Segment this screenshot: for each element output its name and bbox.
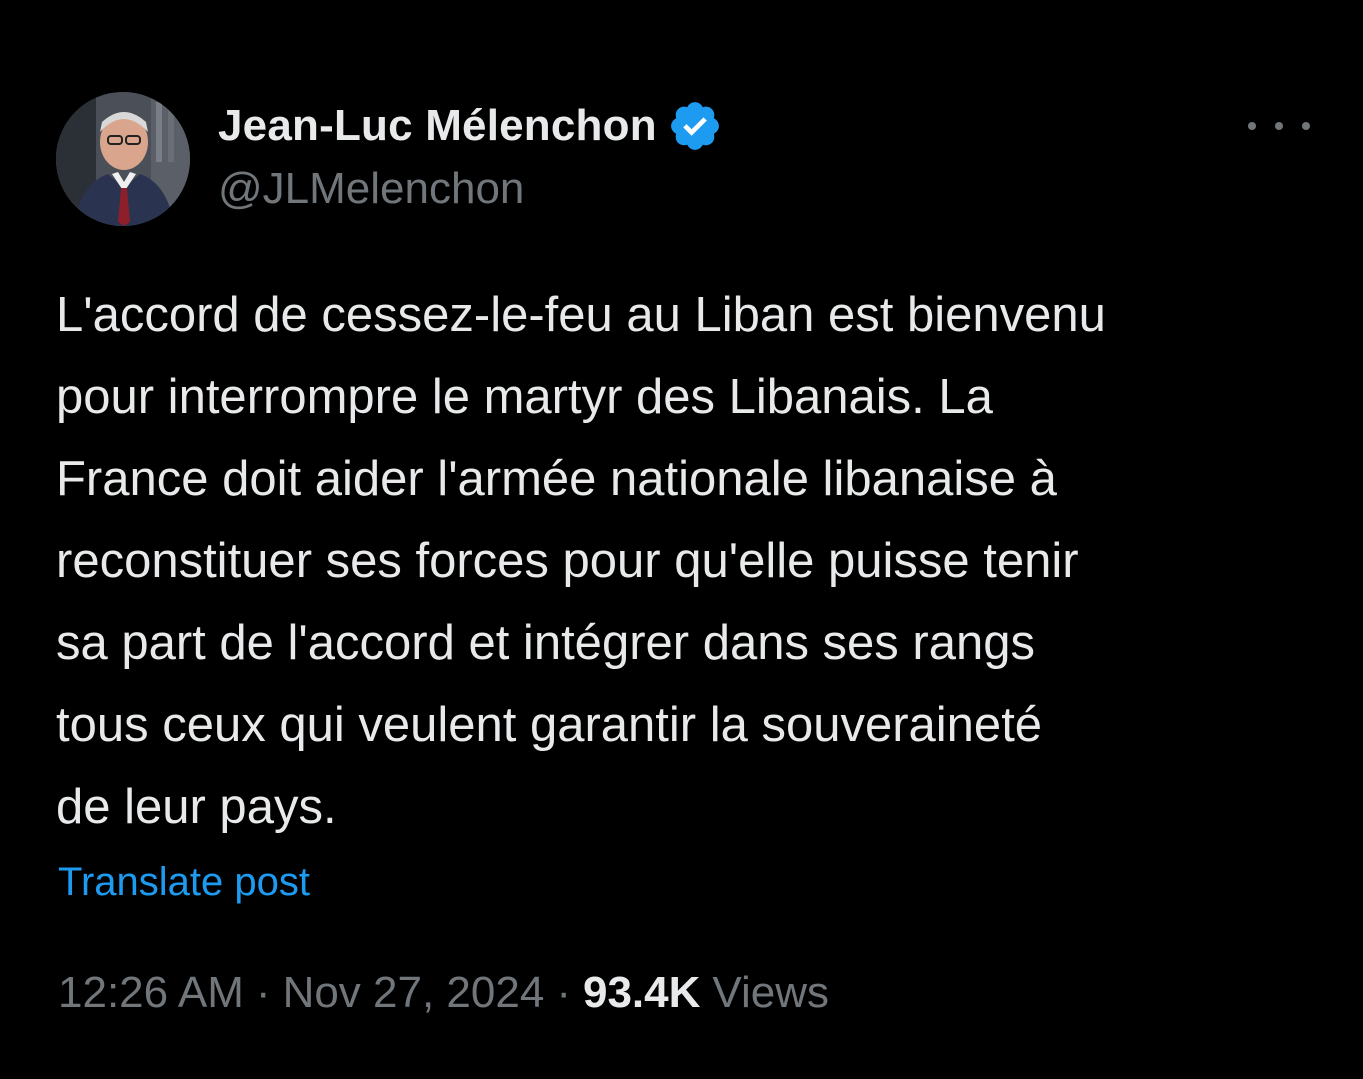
tweet-date[interactable]: Nov 27, 2024 bbox=[283, 968, 545, 1018]
translate-post-link[interactable]: Translate post bbox=[58, 860, 310, 905]
tweet-time[interactable]: 12:26 AM bbox=[58, 968, 244, 1018]
avatar[interactable] bbox=[56, 92, 190, 226]
tweet-card: Jean-Luc Mélenchon @JLMelenchon L'accord… bbox=[0, 0, 1363, 1079]
meta-separator: · bbox=[255, 968, 271, 1017]
more-dot bbox=[1275, 122, 1283, 130]
avatar-image bbox=[56, 92, 190, 226]
views-count[interactable]: 93.4K bbox=[583, 968, 700, 1018]
more-dot bbox=[1302, 122, 1310, 130]
meta-separator: · bbox=[556, 968, 571, 1017]
author-handle[interactable]: @JLMelenchon bbox=[218, 164, 524, 214]
views-label[interactable]: Views bbox=[712, 968, 829, 1018]
verified-badge-icon[interactable] bbox=[667, 98, 723, 154]
author-name-row: Jean-Luc Mélenchon bbox=[218, 96, 723, 156]
more-options-icon[interactable] bbox=[1248, 108, 1310, 144]
author-display-name[interactable]: Jean-Luc Mélenchon bbox=[218, 101, 657, 151]
tweet-text: L'accord de cessez-le-feu au Liban est b… bbox=[56, 288, 1106, 834]
tweet-meta: 12:26 AM · Nov 27, 2024 · 93.4K Views bbox=[58, 968, 829, 1018]
more-dot bbox=[1248, 122, 1256, 130]
